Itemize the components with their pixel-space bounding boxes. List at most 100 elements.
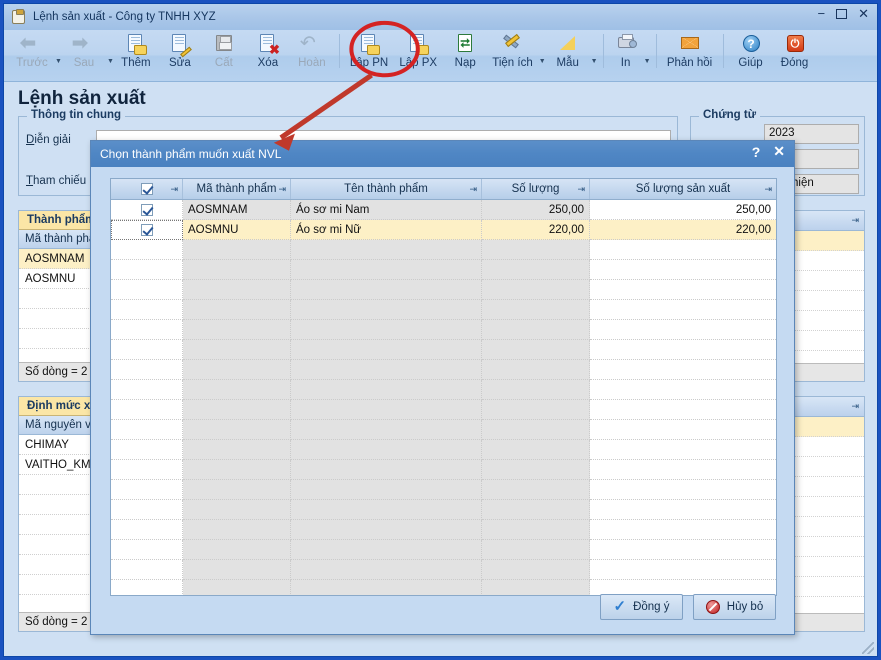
toolbar-button-sau[interactable]: ➡ Sau [62, 30, 106, 71]
toolbar-button-giup[interactable]: ? Giúp [729, 30, 773, 71]
empty-cell[interactable] [183, 520, 291, 540]
toolbar-button-them[interactable]: Thêm [114, 30, 158, 71]
empty-cell[interactable] [183, 440, 291, 460]
empty-cell[interactable] [482, 260, 590, 280]
empty-cell[interactable] [111, 240, 183, 260]
table-row[interactable] [111, 520, 776, 540]
empty-cell[interactable] [111, 500, 183, 520]
empty-cell[interactable] [291, 380, 482, 400]
empty-cell[interactable] [590, 260, 776, 280]
empty-cell[interactable] [183, 420, 291, 440]
empty-cell[interactable] [111, 300, 183, 320]
maximize-button[interactable] [836, 9, 847, 19]
dialog-help-button[interactable]: ? [752, 144, 761, 160]
column-header-ma-thanh-pham[interactable]: Mã thành phẩm ⇥ [183, 179, 291, 199]
table-row[interactable] [111, 340, 776, 360]
table-row[interactable] [111, 400, 776, 420]
row-checkbox[interactable] [141, 204, 153, 216]
empty-cell[interactable] [590, 460, 776, 480]
empty-cell[interactable] [183, 320, 291, 340]
empty-cell[interactable] [291, 440, 482, 460]
dialog-close-button[interactable]: ✕ [773, 143, 785, 160]
empty-cell[interactable] [111, 580, 183, 596]
empty-cell[interactable] [183, 460, 291, 480]
empty-cell[interactable] [590, 500, 776, 520]
close-button[interactable]: ✕ [858, 7, 869, 20]
cell-so-luong-san-xuat[interactable]: 250,00 [590, 200, 776, 220]
empty-cell[interactable] [590, 440, 776, 460]
filter-icon[interactable]: ⇥ [278, 184, 286, 195]
empty-cell[interactable] [482, 440, 590, 460]
empty-cell[interactable] [111, 280, 183, 300]
select-all-checkbox[interactable] [141, 183, 153, 195]
empty-cell[interactable] [183, 360, 291, 380]
empty-cell[interactable] [291, 400, 482, 420]
empty-cell[interactable] [183, 480, 291, 500]
empty-cell[interactable] [590, 240, 776, 260]
empty-cell[interactable] [111, 460, 183, 480]
empty-cell[interactable] [111, 360, 183, 380]
empty-cell[interactable] [590, 320, 776, 340]
empty-cell[interactable] [111, 540, 183, 560]
ok-button[interactable]: ✓ Đồng ý [600, 594, 683, 620]
empty-cell[interactable] [291, 560, 482, 580]
empty-cell[interactable] [482, 240, 590, 260]
empty-cell[interactable] [291, 340, 482, 360]
empty-cell[interactable] [482, 280, 590, 300]
toolbar-button-lap-pn[interactable]: Lập PN [345, 30, 393, 71]
empty-cell[interactable] [590, 400, 776, 420]
toolbar-button-mau[interactable]: Mẫu [546, 30, 590, 71]
row-checkbox[interactable] [141, 224, 153, 236]
table-row[interactable] [111, 460, 776, 480]
chevron-down-icon[interactable]: ▼ [55, 58, 62, 65]
empty-cell[interactable] [482, 500, 590, 520]
empty-cell[interactable] [291, 320, 482, 340]
empty-cell[interactable] [590, 560, 776, 580]
cell-ma-thanh-pham[interactable]: AOSMNU [183, 220, 291, 240]
empty-cell[interactable] [183, 260, 291, 280]
table-row[interactable] [111, 440, 776, 460]
empty-cell[interactable] [183, 240, 291, 260]
empty-cell[interactable] [482, 480, 590, 500]
filter-icon[interactable]: ⇥ [170, 184, 178, 195]
empty-cell[interactable] [291, 280, 482, 300]
empty-cell[interactable] [291, 240, 482, 260]
empty-cell[interactable] [291, 500, 482, 520]
empty-cell[interactable] [482, 380, 590, 400]
filter-icon[interactable]: ⇥ [577, 184, 585, 195]
empty-cell[interactable] [183, 340, 291, 360]
empty-cell[interactable] [291, 300, 482, 320]
table-row[interactable] [111, 480, 776, 500]
empty-cell[interactable] [111, 380, 183, 400]
empty-cell[interactable] [111, 340, 183, 360]
empty-cell[interactable] [590, 360, 776, 380]
chevron-down-icon[interactable]: ▼ [107, 58, 114, 65]
empty-cell[interactable] [482, 420, 590, 440]
empty-cell[interactable] [482, 460, 590, 480]
empty-cell[interactable] [291, 540, 482, 560]
cell-ten-thanh-pham[interactable]: Áo sơ mi Nam [291, 200, 482, 220]
empty-cell[interactable] [482, 400, 590, 420]
empty-cell[interactable] [111, 260, 183, 280]
chevron-down-icon[interactable]: ▼ [539, 58, 546, 65]
empty-cell[interactable] [590, 480, 776, 500]
filter-icon[interactable]: ⇥ [851, 215, 859, 226]
table-row[interactable] [111, 280, 776, 300]
table-row[interactable] [111, 260, 776, 280]
table-row[interactable] [111, 240, 776, 260]
empty-cell[interactable] [482, 580, 590, 596]
chevron-down-icon[interactable]: ▼ [644, 58, 651, 65]
chevron-down-icon[interactable]: ▼ [591, 58, 598, 65]
empty-cell[interactable] [482, 520, 590, 540]
empty-cell[interactable] [590, 380, 776, 400]
resize-grip[interactable] [862, 642, 874, 654]
empty-cell[interactable] [482, 560, 590, 580]
empty-cell[interactable] [590, 540, 776, 560]
row-checkbox-cell[interactable] [111, 220, 183, 240]
empty-cell[interactable] [590, 520, 776, 540]
empty-cell[interactable] [590, 280, 776, 300]
table-row[interactable]: AOSMNAM Áo sơ mi Nam 250,00 250,00 [111, 200, 776, 220]
toolbar-button-lap-px[interactable]: Lập PX [393, 30, 443, 71]
cancel-button[interactable]: Hủy bỏ [693, 594, 776, 620]
filter-icon[interactable]: ⇥ [851, 401, 859, 412]
